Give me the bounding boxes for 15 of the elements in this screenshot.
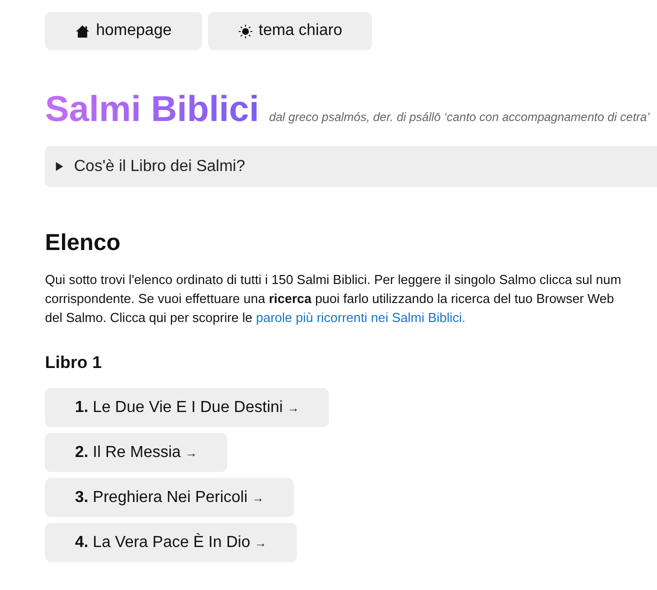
psalm-link[interactable]: 2. Il Re Messia → bbox=[45, 433, 228, 472]
intro-paragraph: Qui sotto trovi l'elenco ordinato di tutti i 150 Salmi Biblici. Per leggere il singolo Salmo clicca sul num corrispondente. Se vuoi effettuare una ricerca puoi farlo utilizzando la ricerca del tuo Browser Web del Salmo. Clicca qui per scoprire le parole più ricorrenti nei Salmi Biblici. bbox=[45, 271, 622, 327]
homepage-button[interactable]: homepage bbox=[45, 12, 202, 50]
psalm-link[interactable]: 4. La Vera Pace È In Dio → bbox=[45, 523, 297, 562]
home-icon bbox=[75, 24, 90, 38]
section-heading: Elenco bbox=[45, 229, 122, 256]
sun-icon bbox=[238, 24, 253, 38]
psalm-link[interactable]: 3. Preghiera Nei Pericoli → bbox=[45, 478, 294, 517]
theme-button[interactable]: tema chiaro bbox=[208, 12, 372, 50]
page-subtitle: dal greco psalmós, der. di psállō ‘canto con accompagnamento di cetra’ bbox=[269, 110, 650, 124]
psalm-link[interactable]: 1. Le Due Vie E I Due Destini → bbox=[45, 388, 330, 427]
disclosure-summary[interactable]: Cos'è il Libro dei Salmi? bbox=[45, 146, 657, 187]
triangle-icon bbox=[55, 162, 64, 171]
book-heading: Libro 1 bbox=[45, 353, 103, 373]
text-link[interactable]: parole più ricorrenti nei Salmi Biblici. bbox=[256, 310, 466, 325]
